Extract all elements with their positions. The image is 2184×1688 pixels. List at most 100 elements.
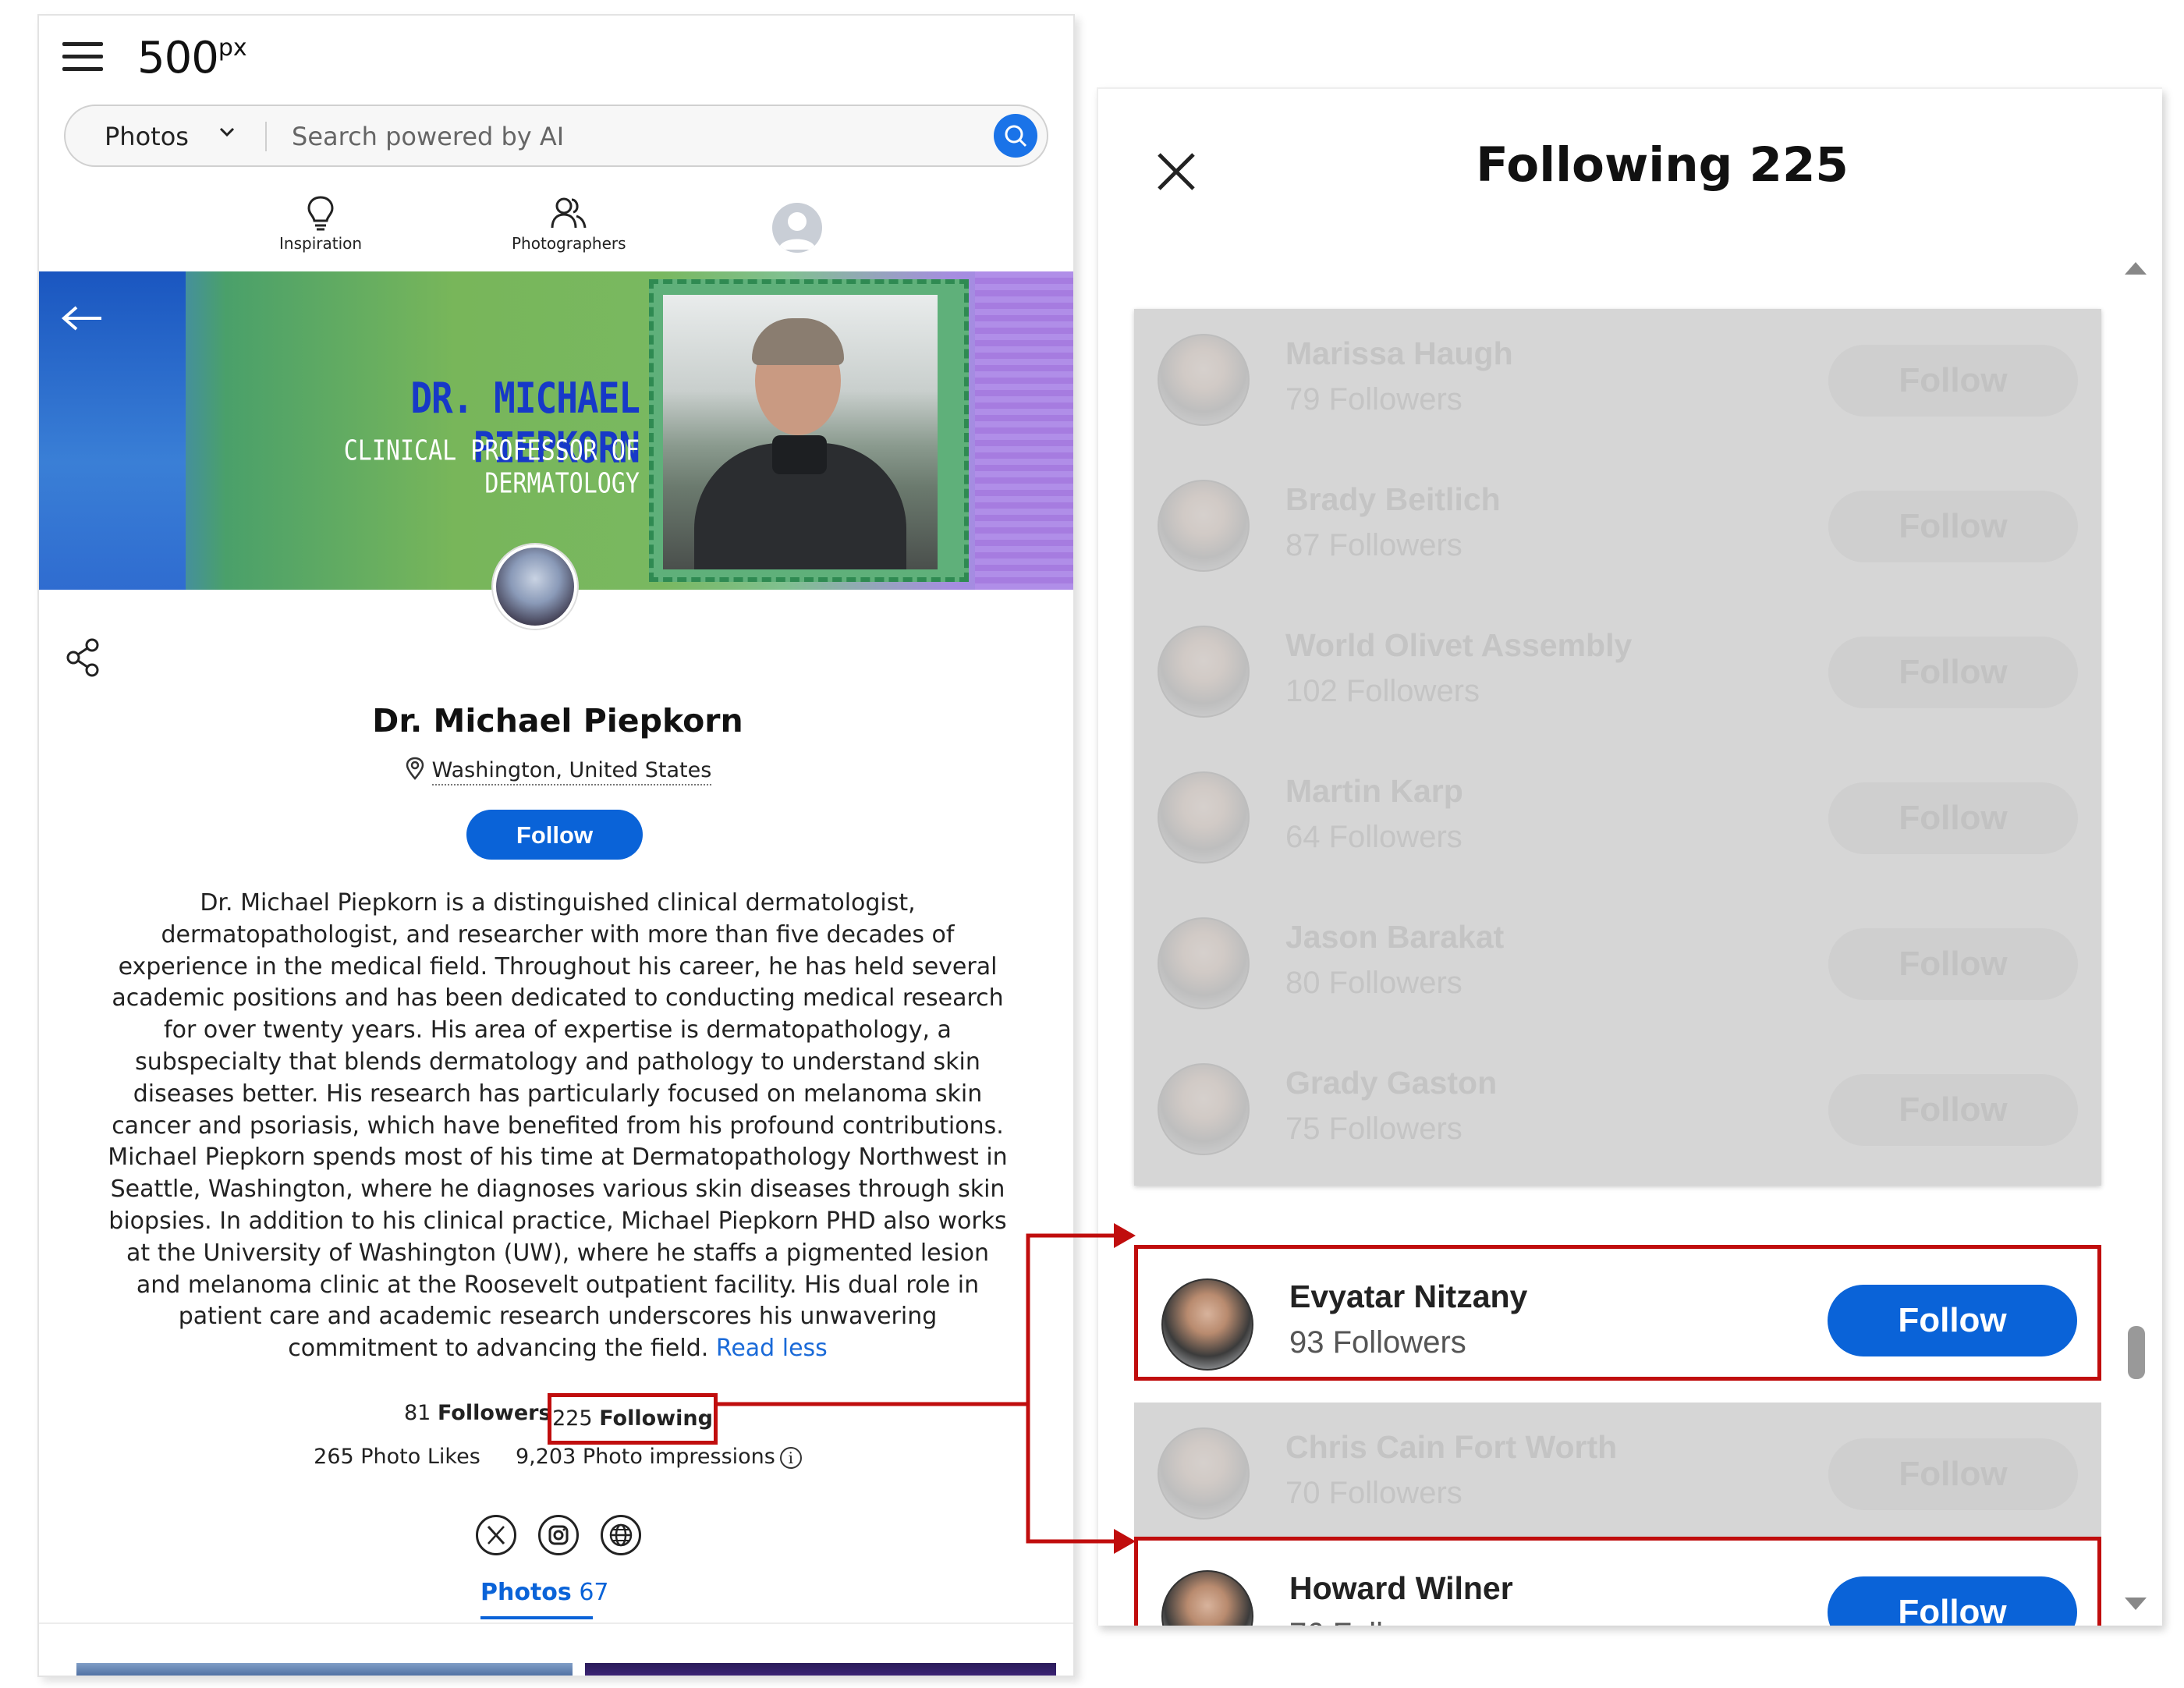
cover-subtitle: CLINICAL PROFESSOR OF DERMATOLOGY <box>343 434 640 500</box>
follow-button[interactable]: Follow <box>466 810 643 860</box>
user-follower-count: 80 Followers <box>1285 966 1462 1000</box>
avatar[interactable] <box>1158 1427 1250 1520</box>
tab-divider <box>39 1622 1073 1624</box>
user-name[interactable]: Martin Karp <box>1285 773 1463 810</box>
user-follower-count: 76 Followers <box>1289 1617 1466 1626</box>
location-pin-icon <box>406 757 424 780</box>
user-follower-count: 79 Followers <box>1285 382 1462 417</box>
nav-inspiration-label: Inspiration <box>279 234 363 253</box>
portrait-collar <box>772 435 827 474</box>
photo-thumbnail[interactable] <box>585 1663 1056 1676</box>
bio-text: Dr. Michael Piepkorn is a distinguished … <box>108 889 1008 1363</box>
user-name[interactable]: Evyatar Nitzany <box>1289 1278 1527 1315</box>
site-logo[interactable]: 500px <box>137 33 247 83</box>
list-item[interactable]: Jason Barakat 80 Followers Follow <box>1134 892 2101 1038</box>
nav-inspiration[interactable]: Inspiration <box>279 195 362 253</box>
tab-photos-label: Photos <box>480 1579 572 1606</box>
profile-stats-secondary: 265 Photo Likes 9,203 Photo impressions i <box>39 1445 1073 1469</box>
profile-bio: Dr. Michael Piepkorn is a distinguished … <box>101 888 1014 1365</box>
list-item[interactable]: Chris Cain Fort Worth 70 Followers Follow <box>1134 1403 2101 1548</box>
user-name[interactable]: Chris Cain Fort Worth <box>1285 1429 1617 1466</box>
menu-icon[interactable] <box>62 42 103 73</box>
profile-location[interactable]: Washington, United States <box>39 757 1073 785</box>
list-item[interactable]: Grady Gaston 75 Followers Follow <box>1134 1038 2101 1184</box>
avatar[interactable] <box>1158 334 1250 426</box>
avatar[interactable] <box>1161 1278 1253 1371</box>
cover-portrait <box>663 295 938 569</box>
search-input[interactable]: Search powered by AI <box>292 122 564 151</box>
user-name[interactable]: Jason Barakat <box>1285 919 1504 956</box>
avatar[interactable] <box>1158 626 1250 718</box>
user-icon <box>778 212 816 250</box>
user-name[interactable]: Brady Beitlich <box>1285 481 1501 518</box>
follow-button[interactable]: Follow <box>1828 345 2078 417</box>
followers-count: 81 <box>404 1401 431 1425</box>
logo-sup: px <box>218 34 247 62</box>
follow-button[interactable]: Follow <box>1828 1074 2078 1146</box>
photo-thumbnail[interactable] <box>76 1663 573 1676</box>
profile-name: Dr. Michael Piepkorn <box>372 702 743 739</box>
globe-icon <box>609 1523 633 1547</box>
list-item[interactable]: World Olivet Assembly 102 Followers Follow <box>1134 601 2101 746</box>
followers-stat[interactable]: 81 Followers <box>404 1401 551 1425</box>
follow-button[interactable]: Follow <box>1828 1285 2077 1356</box>
following-stat[interactable]: 225 Following <box>548 1393 718 1445</box>
cover-stripes <box>975 271 1073 590</box>
follow-button[interactable]: Follow <box>1828 1576 2077 1626</box>
search-icon <box>1005 125 1027 147</box>
scrollbar-thumb[interactable] <box>2128 1326 2145 1379</box>
follow-button[interactable]: Follow <box>1828 637 2078 708</box>
website-globe-icon[interactable] <box>601 1515 641 1555</box>
following-count: 225 <box>552 1406 593 1431</box>
nav-photographers-label: Photographers <box>512 234 626 253</box>
profile-cover: DR. MICHAEL PIEPKORN CLINICAL PROFESSOR … <box>39 271 1073 590</box>
info-icon[interactable]: i <box>779 1446 802 1469</box>
search-category-select[interactable]: Photos <box>105 122 189 151</box>
search-divider <box>265 122 267 151</box>
people-icon <box>551 197 587 229</box>
list-item[interactable]: Howard Wilner 76 Followers Follow <box>1134 1537 2101 1626</box>
instagram-icon[interactable] <box>538 1515 579 1555</box>
user-avatar[interactable] <box>772 203 822 253</box>
scroll-down-arrow-icon[interactable] <box>2125 1598 2147 1610</box>
list-item[interactable]: Marissa Haugh 79 Followers Follow <box>1134 309 2101 455</box>
back-arrow-icon[interactable] <box>61 304 103 332</box>
lightbulb-icon <box>307 196 334 231</box>
user-follower-count: 87 Followers <box>1285 528 1462 562</box>
scroll-up-arrow-icon[interactable] <box>2125 262 2147 275</box>
user-name[interactable]: Marissa Haugh <box>1285 335 1513 372</box>
tab-active-underline <box>480 1616 593 1619</box>
x-twitter-icon[interactable] <box>476 1515 516 1555</box>
x-logo-icon <box>487 1525 505 1545</box>
tab-photos[interactable]: Photos 67 <box>480 1579 609 1606</box>
profile-avatar[interactable] <box>493 544 577 629</box>
list-item[interactable]: Brady Beitlich 87 Followers Follow <box>1134 455 2101 601</box>
portrait-hair <box>752 318 844 365</box>
follow-button[interactable]: Follow <box>1828 782 2078 854</box>
avatar[interactable] <box>1158 1063 1250 1155</box>
user-follower-count: 64 Followers <box>1285 820 1462 854</box>
user-name[interactable]: Howard Wilner <box>1289 1570 1513 1607</box>
photo-likes: 265 Photo Likes <box>314 1445 480 1469</box>
avatar[interactable] <box>1161 1570 1253 1626</box>
profile-location-text: Washington, United States <box>431 758 712 785</box>
list-item[interactable]: Evyatar Nitzany 93 Followers Follow <box>1134 1245 2101 1381</box>
avatar[interactable] <box>1158 480 1250 572</box>
avatar[interactable] <box>1158 917 1250 1009</box>
avatar[interactable] <box>1158 771 1250 864</box>
profile-stats: 81 Followers 225 Following <box>39 1393 1073 1445</box>
follow-button[interactable]: Follow <box>1828 491 2078 562</box>
user-name[interactable]: World Olivet Assembly <box>1285 627 1632 664</box>
search-button[interactable] <box>994 114 1037 158</box>
user-name[interactable]: Grady Gaston <box>1285 1065 1497 1101</box>
modal-title: Following 225 <box>1476 137 1849 193</box>
read-less-link[interactable]: Read less <box>716 1335 828 1362</box>
follow-button[interactable]: Follow <box>1828 928 2078 1000</box>
profile-panel: 500px Photos Search powered by AI Inspir… <box>37 14 1075 1677</box>
share-icon[interactable] <box>66 638 101 677</box>
list-item[interactable]: Martin Karp 64 Followers Follow <box>1134 746 2101 892</box>
nav-photographers[interactable]: Photographers <box>512 195 626 253</box>
chevron-down-icon[interactable] <box>218 123 236 140</box>
follow-button[interactable]: Follow <box>1828 1438 2078 1510</box>
instagram-logo-icon <box>548 1525 569 1545</box>
